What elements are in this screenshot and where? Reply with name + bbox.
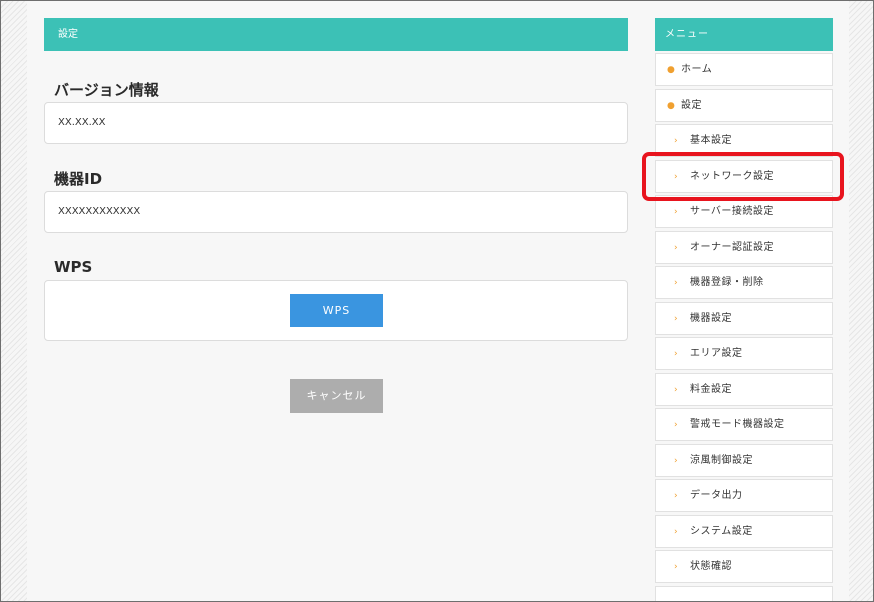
chevron-right-icon: › (674, 420, 679, 430)
sidebar-item-label: 設定 (681, 99, 702, 111)
wps-button[interactable]: WPS (290, 294, 383, 327)
screenshot-frame: 設定 バージョン情報 XX.XX.XX 機器ID XXXXXXXXXXXX WP… (0, 0, 874, 602)
version-info-field: XX.XX.XX (44, 102, 628, 144)
chevron-right-icon: › (674, 242, 679, 253)
sidebar-item-label: 涼風制御設定 (690, 454, 753, 466)
sidebar-item-label: サーバー接続設定 (690, 206, 774, 217)
wps-label: WPS (54, 258, 93, 276)
sidebar-item-label: 状態確認 (690, 561, 732, 572)
sidebar-item-fee-settings[interactable]: › 料金設定 (655, 372, 833, 406)
sidebar-item-label: 料金設定 (690, 383, 732, 395)
sidebar-menu: ● ホーム ● 設定 › 基本設定 › ネットワーク設定 › サーバー接続設定 › オーナー… (655, 53, 833, 601)
sidebar-item-device-settings[interactable]: › 機器設定 (655, 301, 833, 335)
chevron-right-icon: › (674, 278, 679, 288)
sidebar-item-home[interactable]: ● ホーム (655, 53, 833, 86)
chevron-right-icon: › (674, 207, 679, 217)
sidebar-item-status-check[interactable]: › 状態確認 (655, 550, 833, 583)
bullet-icon: ● (667, 65, 676, 75)
sidebar-item-cutoff[interactable] (655, 585, 833, 601)
sidebar-item-settings[interactable]: ● 設定 (655, 88, 833, 122)
sidebar-item-system-settings[interactable]: › システム設定 (655, 514, 833, 548)
sidebar-item-device-registration[interactable]: › 機器登録・削除 (655, 266, 833, 299)
main-panel-header: 設定 (44, 18, 628, 51)
settings-page: 設定 バージョン情報 XX.XX.XX 機器ID XXXXXXXXXXXX WP… (27, 1, 849, 601)
bullet-icon: ● (667, 100, 676, 111)
sidebar-item-alert-mode-settings[interactable]: › 警戒モード機器設定 (655, 408, 833, 441)
sidebar-item-label: 警戒モード機器設定 (690, 419, 785, 430)
sidebar-item-label: オーナー認証設定 (690, 241, 774, 253)
sidebar-item-label: 機器登録・削除 (690, 277, 764, 288)
device-id-field: XXXXXXXXXXXX (44, 191, 628, 233)
sidebar-item-label: 基本設定 (690, 135, 732, 146)
sidebar-item-label: エリア設定 (690, 348, 743, 359)
chevron-right-icon: › (674, 526, 679, 537)
chevron-right-icon: › (674, 313, 679, 324)
wps-panel: WPS (44, 280, 628, 341)
sidebar-item-label: データ出力 (690, 490, 743, 501)
version-info-label: バージョン情報 (54, 81, 159, 99)
highlight-box (642, 152, 844, 201)
chevron-right-icon: › (674, 384, 679, 395)
sidebar-item-label: 機器設定 (690, 312, 732, 324)
device-id-label: 機器ID (54, 170, 103, 188)
sidebar-item-data-export[interactable]: › データ出力 (655, 479, 833, 512)
chevron-right-icon: › (674, 491, 679, 501)
cancel-button[interactable]: キャンセル (290, 379, 383, 413)
chevron-right-icon: › (674, 455, 679, 466)
sidebar-item-cool-breeze-settings[interactable]: › 涼風制御設定 (655, 443, 833, 477)
sidebar-item-label: ホーム (681, 64, 713, 75)
sidebar-menu-header: メニュー (655, 18, 833, 51)
chevron-right-icon: › (674, 562, 679, 572)
sidebar-item-label: システム設定 (690, 525, 753, 537)
sidebar-item-area-settings[interactable]: › エリア設定 (655, 337, 833, 370)
sidebar-item-owner-auth-settings[interactable]: › オーナー認証設定 (655, 230, 833, 264)
chevron-right-icon: › (674, 349, 679, 359)
